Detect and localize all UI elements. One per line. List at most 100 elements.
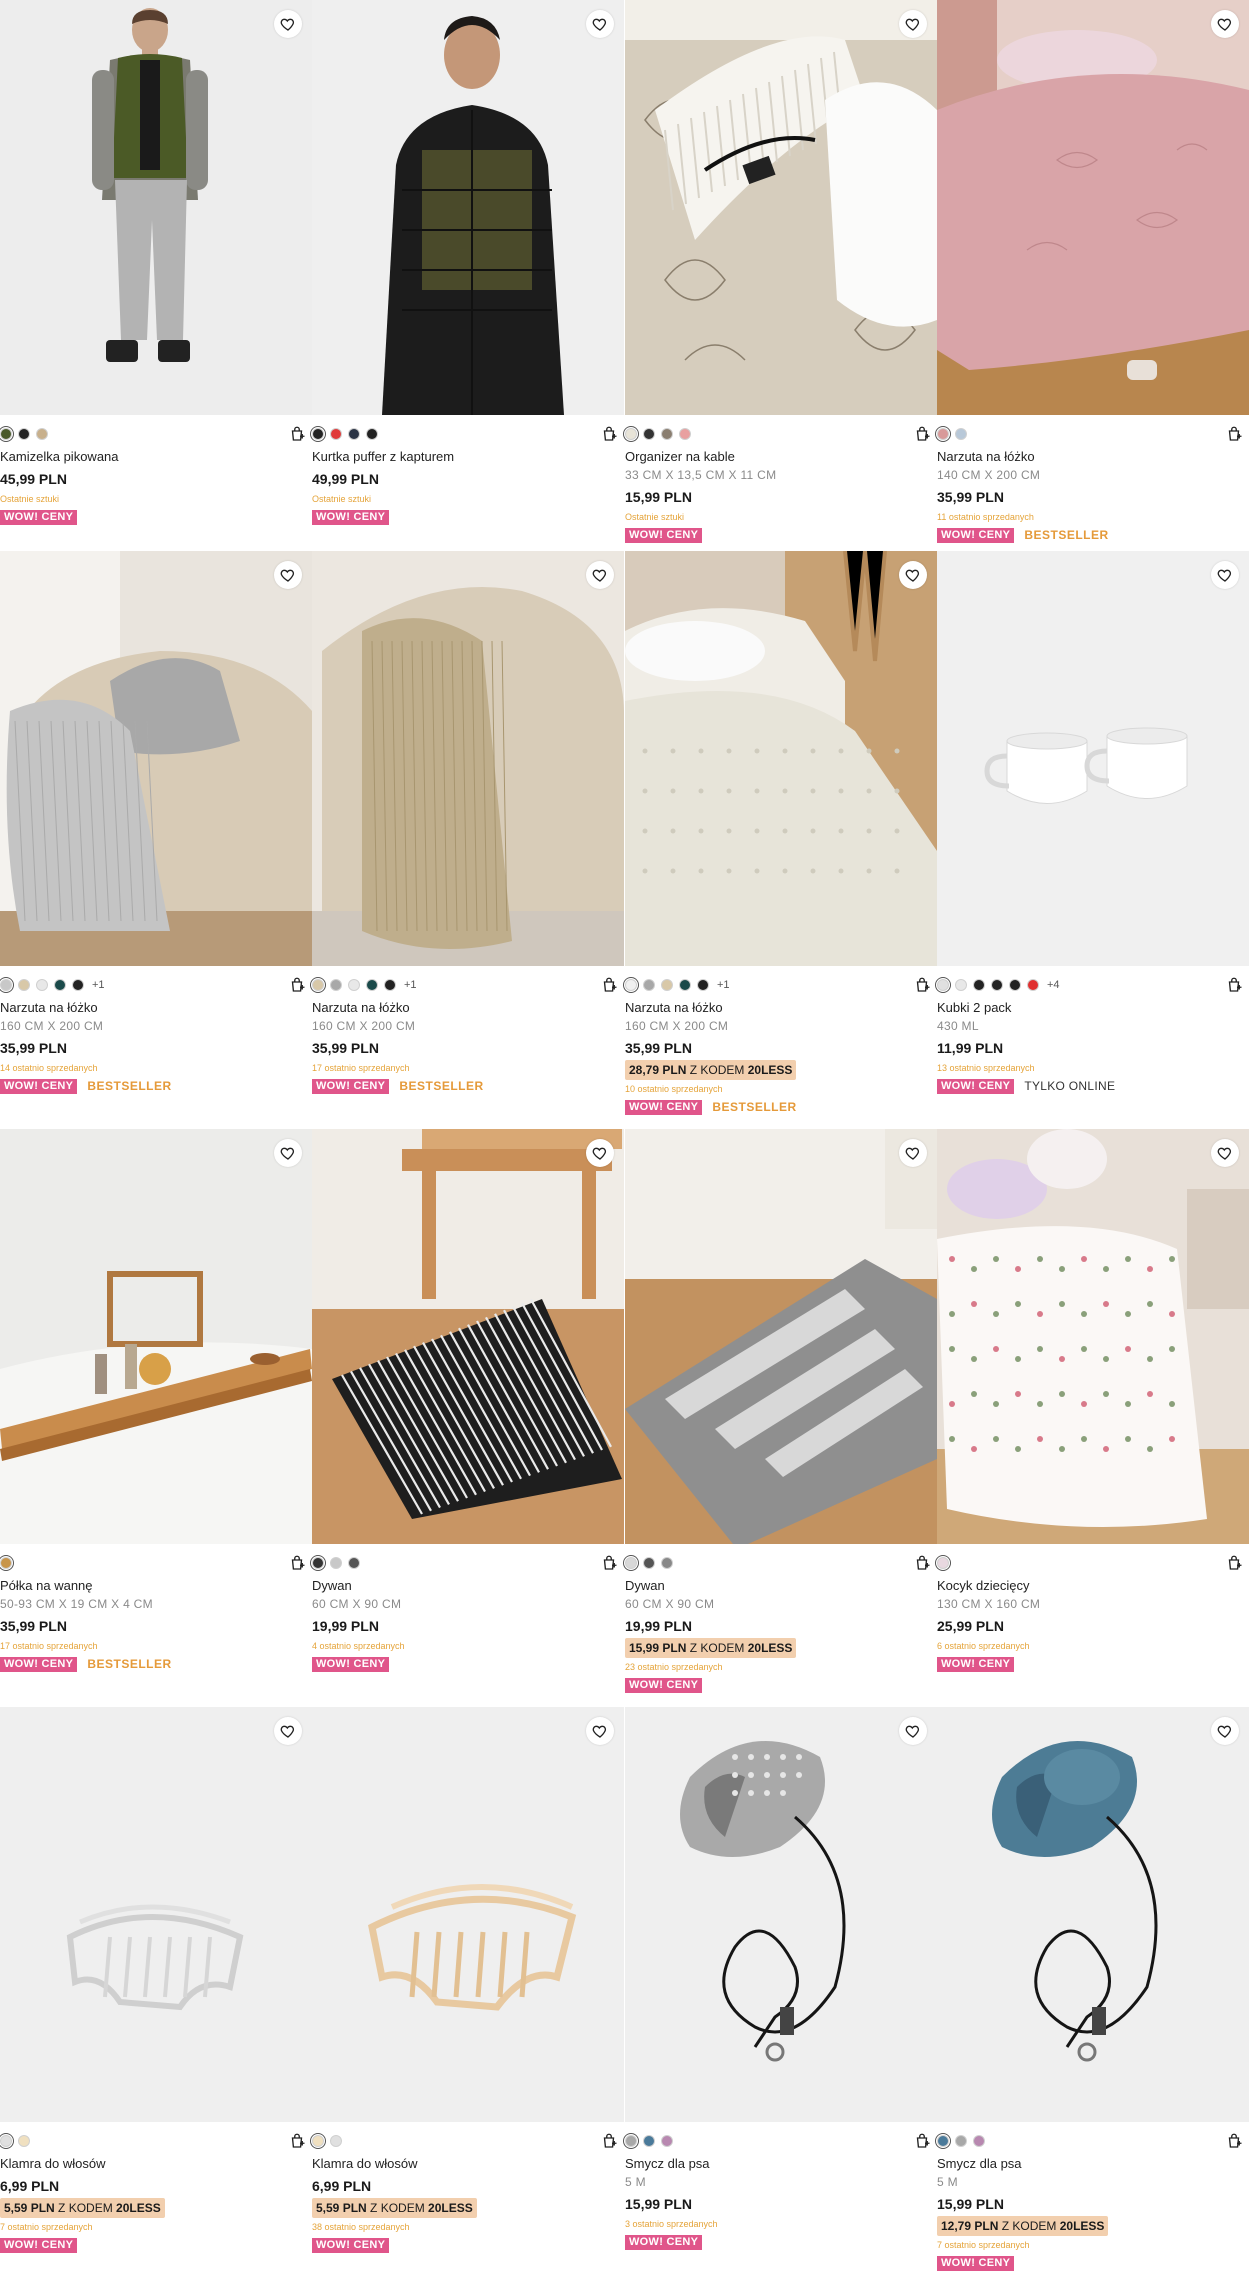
color-swatch[interactable]: [348, 979, 360, 991]
product-image[interactable]: [312, 1129, 624, 1544]
add-to-cart-icon[interactable]: [1225, 425, 1243, 443]
add-to-cart-icon[interactable]: [600, 2132, 618, 2150]
color-swatch[interactable]: [18, 2135, 30, 2147]
heart-icon[interactable]: [586, 561, 614, 589]
product-image[interactable]: [312, 1707, 624, 2122]
product-name[interactable]: Kurtka puffer z kapturem: [312, 448, 624, 466]
product-name[interactable]: Narzuta na łóżko: [937, 448, 1249, 466]
color-swatch[interactable]: [973, 979, 985, 991]
more-colors-count[interactable]: +1: [92, 979, 105, 991]
color-swatch[interactable]: [330, 428, 342, 440]
color-swatch[interactable]: [312, 1557, 324, 1569]
product-image[interactable]: [625, 0, 937, 415]
color-swatch[interactable]: [697, 979, 709, 991]
add-to-cart-icon[interactable]: [288, 2132, 306, 2150]
color-swatch[interactable]: [643, 1557, 655, 1569]
more-colors-count[interactable]: +1: [404, 979, 417, 991]
heart-icon[interactable]: [274, 561, 302, 589]
heart-icon[interactable]: [899, 10, 927, 38]
color-swatch[interactable]: [0, 2135, 12, 2147]
product-name[interactable]: Klamra do włosów: [0, 2155, 312, 2173]
color-swatch[interactable]: [625, 1557, 637, 1569]
color-swatch[interactable]: [661, 1557, 673, 1569]
color-swatch[interactable]: [366, 428, 378, 440]
color-swatch[interactable]: [348, 428, 360, 440]
color-swatch[interactable]: [937, 1557, 949, 1569]
color-swatch[interactable]: [661, 979, 673, 991]
color-swatch[interactable]: [643, 2135, 655, 2147]
color-swatch[interactable]: [54, 979, 66, 991]
heart-icon[interactable]: [586, 1717, 614, 1745]
color-swatch[interactable]: [36, 428, 48, 440]
color-swatch[interactable]: [625, 979, 637, 991]
color-swatch[interactable]: [991, 979, 1003, 991]
heart-icon[interactable]: [899, 561, 927, 589]
color-swatch[interactable]: [643, 428, 655, 440]
color-swatch[interactable]: [679, 428, 691, 440]
color-swatch[interactable]: [937, 428, 949, 440]
color-swatch[interactable]: [312, 979, 324, 991]
heart-icon[interactable]: [1211, 10, 1239, 38]
product-name[interactable]: Narzuta na łóżko: [625, 999, 937, 1017]
more-colors-count[interactable]: +4: [1047, 979, 1060, 991]
color-swatch[interactable]: [661, 428, 673, 440]
heart-icon[interactable]: [1211, 1139, 1239, 1167]
add-to-cart-icon[interactable]: [600, 976, 618, 994]
product-name[interactable]: Półka na wannę: [0, 1577, 312, 1595]
product-name[interactable]: Smycz dla psa: [625, 2155, 937, 2173]
color-swatch[interactable]: [312, 428, 324, 440]
product-name[interactable]: Narzuta na łóżko: [0, 999, 312, 1017]
product-image[interactable]: [0, 1707, 312, 2122]
color-swatch[interactable]: [384, 979, 396, 991]
heart-icon[interactable]: [586, 1139, 614, 1167]
product-name[interactable]: Kamizelka pikowana: [0, 448, 312, 466]
add-to-cart-icon[interactable]: [600, 425, 618, 443]
add-to-cart-icon[interactable]: [288, 976, 306, 994]
product-image[interactable]: [0, 551, 312, 966]
color-swatch[interactable]: [18, 428, 30, 440]
product-name[interactable]: Klamra do włosów: [312, 2155, 624, 2173]
color-swatch[interactable]: [330, 1557, 342, 1569]
product-image[interactable]: [312, 0, 624, 415]
color-swatch[interactable]: [72, 979, 84, 991]
product-name[interactable]: Organizer na kable: [625, 448, 937, 466]
color-swatch[interactable]: [973, 2135, 985, 2147]
color-swatch[interactable]: [625, 428, 637, 440]
heart-icon[interactable]: [899, 1717, 927, 1745]
product-name[interactable]: Dywan: [312, 1577, 624, 1595]
product-image[interactable]: [625, 1129, 937, 1544]
heart-icon[interactable]: [1211, 1717, 1239, 1745]
color-swatch[interactable]: [955, 2135, 967, 2147]
heart-icon[interactable]: [274, 10, 302, 38]
product-image[interactable]: [625, 551, 937, 966]
add-to-cart-icon[interactable]: [1225, 1554, 1243, 1572]
heart-icon[interactable]: [586, 10, 614, 38]
color-swatch[interactable]: [955, 428, 967, 440]
product-image[interactable]: [937, 551, 1249, 966]
heart-icon[interactable]: [274, 1139, 302, 1167]
color-swatch[interactable]: [937, 979, 949, 991]
color-swatch[interactable]: [330, 2135, 342, 2147]
color-swatch[interactable]: [643, 979, 655, 991]
add-to-cart-icon[interactable]: [600, 1554, 618, 1572]
add-to-cart-icon[interactable]: [913, 425, 931, 443]
color-swatch[interactable]: [661, 2135, 673, 2147]
heart-icon[interactable]: [274, 1717, 302, 1745]
add-to-cart-icon[interactable]: [913, 976, 931, 994]
heart-icon[interactable]: [899, 1139, 927, 1167]
color-swatch[interactable]: [625, 2135, 637, 2147]
color-swatch[interactable]: [18, 979, 30, 991]
add-to-cart-icon[interactable]: [913, 1554, 931, 1572]
add-to-cart-icon[interactable]: [288, 425, 306, 443]
product-image[interactable]: [937, 0, 1249, 415]
product-image[interactable]: [937, 1707, 1249, 2122]
color-swatch[interactable]: [679, 979, 691, 991]
color-swatch[interactable]: [366, 979, 378, 991]
product-name[interactable]: Narzuta na łóżko: [312, 999, 624, 1017]
product-image[interactable]: [0, 0, 312, 415]
product-image[interactable]: [0, 1129, 312, 1544]
product-image[interactable]: [312, 551, 624, 966]
color-swatch[interactable]: [937, 2135, 949, 2147]
color-swatch[interactable]: [348, 1557, 360, 1569]
color-swatch[interactable]: [0, 428, 12, 440]
